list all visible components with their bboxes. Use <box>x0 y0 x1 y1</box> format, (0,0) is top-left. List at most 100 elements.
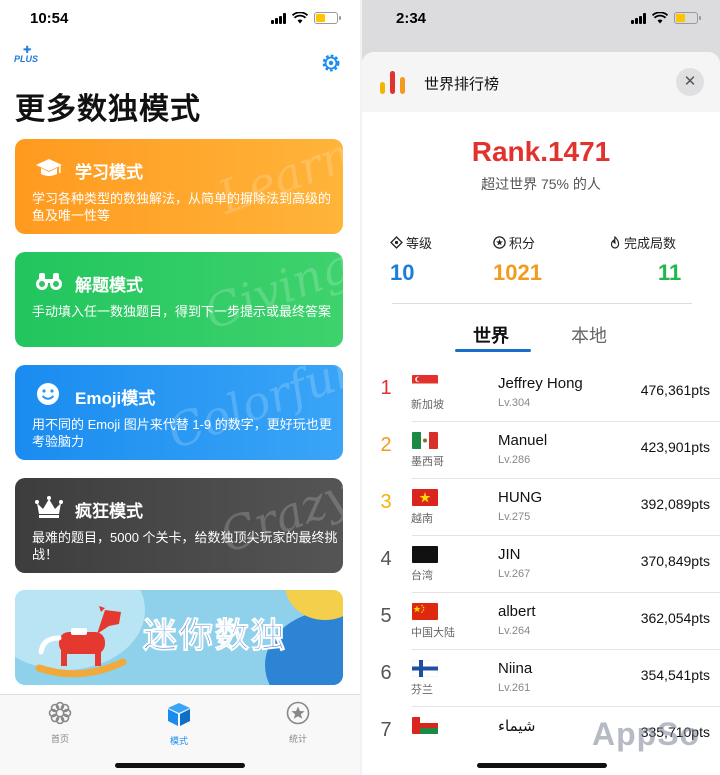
country-name: 台湾 <box>411 570 433 582</box>
status-bar: 10:54 <box>0 0 360 38</box>
oman-flag-icon <box>412 717 438 734</box>
close-icon: ✕ <box>683 73 697 90</box>
sheet-title: 世界排行榜 <box>424 76 500 93</box>
country-name: 新加坡 <box>411 399 444 411</box>
player-points: 423,901pts <box>640 439 710 455</box>
player-level: Lv.286 <box>498 454 531 466</box>
close-button[interactable]: ✕ <box>676 68 704 96</box>
leaderboard-row[interactable]: 4 台湾 JIN Lv.267 370,849pts <box>362 536 720 593</box>
page-title: 更多数独模式 <box>15 93 201 126</box>
rank-number: 2 <box>380 434 392 456</box>
home-indicator[interactable] <box>477 763 607 768</box>
status-bar: 2:34 <box>362 0 720 38</box>
player-name: Manuel <box>498 432 548 449</box>
leaderboard-row[interactable]: 2 墨西哥 Manuel Lv.286 423,901pts <box>362 422 720 479</box>
segment-indicator <box>455 349 531 352</box>
games-value: 11 <box>658 260 682 285</box>
learning-mode-card[interactable]: Learn 学习模式 学习各种类型的数独解法，从简单的摒除法到高级的鱼及唯一性等 <box>15 139 343 234</box>
mode-description: 最难的题目，5000 个关卡，给数独顶尖玩家的最终挑战！ <box>32 530 338 562</box>
player-name: albert <box>498 603 536 620</box>
mode-title: 解题模式 <box>75 276 143 295</box>
card-bg-word: Giving <box>197 252 343 341</box>
banner-title: 迷你数独 <box>143 617 287 656</box>
flame-icon <box>610 236 620 249</box>
black-flag-icon <box>412 546 438 563</box>
points-label: 积分 <box>493 233 535 252</box>
rank-number: 7 <box>380 719 392 741</box>
star-circle-icon <box>286 701 310 725</box>
player-level: Lv.267 <box>498 568 531 580</box>
settings-gear-icon[interactable] <box>320 52 342 74</box>
stat-label: 等级 <box>406 236 433 251</box>
cube-icon <box>168 703 190 726</box>
divider <box>392 303 692 304</box>
signal-icon <box>271 12 286 24</box>
status-time: 10:54 <box>30 10 69 27</box>
tab-modes[interactable]: 模式 <box>149 701 209 747</box>
signal-icon <box>631 12 646 24</box>
player-name: JIN <box>498 546 521 563</box>
watermark: AppSo <box>592 716 701 752</box>
player-points: 392,089pts <box>640 496 710 512</box>
level-icon <box>390 236 403 249</box>
bar-chart-icon <box>380 71 405 94</box>
level-label: 等级 <box>390 233 432 252</box>
player-name: Niina <box>498 660 533 677</box>
player-level: Lv.261 <box>498 682 531 694</box>
right-screen: 2:34 世界排行榜 ✕ Rank.1471 超过世界 75% 的人 等级 10… <box>362 0 720 775</box>
flower-icon <box>48 701 72 725</box>
left-screen: 10:54 ✚ PLUS 更多数独模式 Learn 学习模式 学习各种类型的数独解… <box>0 0 360 775</box>
leaderboard-row[interactable]: 6 芬兰 Niina Lv.261 354,541pts <box>362 650 720 707</box>
tab-world[interactable]: 世界 <box>473 322 509 348</box>
wifi-icon <box>652 12 668 24</box>
tab-local[interactable]: 本地 <box>571 322 607 348</box>
leaderboard-row[interactable]: 5 中国大陆 albert Lv.264 362,054pts <box>362 593 720 650</box>
games-label: 完成局数 <box>609 233 676 252</box>
player-name: HUNG <box>498 489 543 506</box>
tab-label: 统计 <box>288 734 307 744</box>
country-name: 越南 <box>411 513 433 525</box>
country-name: 芬兰 <box>411 684 433 696</box>
battery-icon <box>314 12 341 24</box>
rank-number: 3 <box>380 491 392 513</box>
player-level: Lv.264 <box>498 625 531 637</box>
points-value: 1021 <box>493 260 542 285</box>
mode-description: 用不同的 Emoji 图片来代替 1-9 的数字，更好玩也更考验脑力 <box>32 417 332 449</box>
leaderboard-sheet: 世界排行榜 ✕ Rank.1471 超过世界 75% 的人 等级 10 积分 1… <box>362 52 720 775</box>
country-name: 墨西哥 <box>411 456 444 468</box>
home-indicator[interactable] <box>115 763 245 768</box>
country-name: 中国大陆 <box>411 627 455 639</box>
mode-description: 学习各种类型的数独解法，从简单的摒除法到高级的鱼及唯一性等 <box>32 191 332 223</box>
player-level: Lv.304 <box>498 397 531 409</box>
solving-mode-card[interactable]: Giving 解题模式 手动填入任一数独题目，得到下一步提示或最终答案 <box>15 252 343 347</box>
tab-home[interactable]: 首页 <box>30 701 90 745</box>
mode-title: 学习模式 <box>75 163 143 182</box>
emoji-mode-card[interactable]: Colorful Emoji模式 用不同的 Emoji 图片来代替 1-9 的数… <box>15 365 343 460</box>
sheet-header: 世界排行榜 ✕ <box>362 52 720 112</box>
player-name: Jeffrey Hong <box>498 375 583 392</box>
smiley-icon <box>37 383 59 405</box>
tab-stats[interactable]: 统计 <box>268 701 328 745</box>
tab-label: 模式 <box>169 736 188 746</box>
player-points: 476,361pts <box>640 382 710 398</box>
rank-number: 6 <box>380 662 392 684</box>
status-time: 2:34 <box>396 10 427 27</box>
player-points: 354,541pts <box>640 667 710 683</box>
mini-sudoku-banner[interactable]: 迷你数独 <box>15 590 343 685</box>
rank-value: Rank.1471 <box>471 136 611 167</box>
mode-title: Emoji模式 <box>75 389 156 408</box>
plus-logo: ✚ PLUS <box>14 45 39 64</box>
rocking-horse-icon <box>35 606 127 678</box>
battery-icon <box>674 12 701 24</box>
rank-number: 1 <box>380 377 392 399</box>
china-flag-icon <box>412 603 438 620</box>
leaderboard-row[interactable]: 3 越南 HUNG Lv.275 392,089pts <box>362 479 720 536</box>
tab-label: 首页 <box>50 734 69 744</box>
wifi-icon <box>292 12 308 24</box>
player-name: شيماء <box>498 718 536 735</box>
crown-icon <box>35 496 63 518</box>
leaderboard-row[interactable]: 1 新加坡 Jeffrey Hong Lv.304 476,361pts <box>362 365 720 422</box>
mode-description: 手动填入任一数独题目，得到下一步提示或最终答案 <box>32 304 332 319</box>
crazy-mode-card[interactable]: Crazy 疯狂模式 最难的题目，5000 个关卡，给数独顶尖玩家的最终挑战！ <box>15 478 343 573</box>
level-value: 10 <box>390 260 415 285</box>
